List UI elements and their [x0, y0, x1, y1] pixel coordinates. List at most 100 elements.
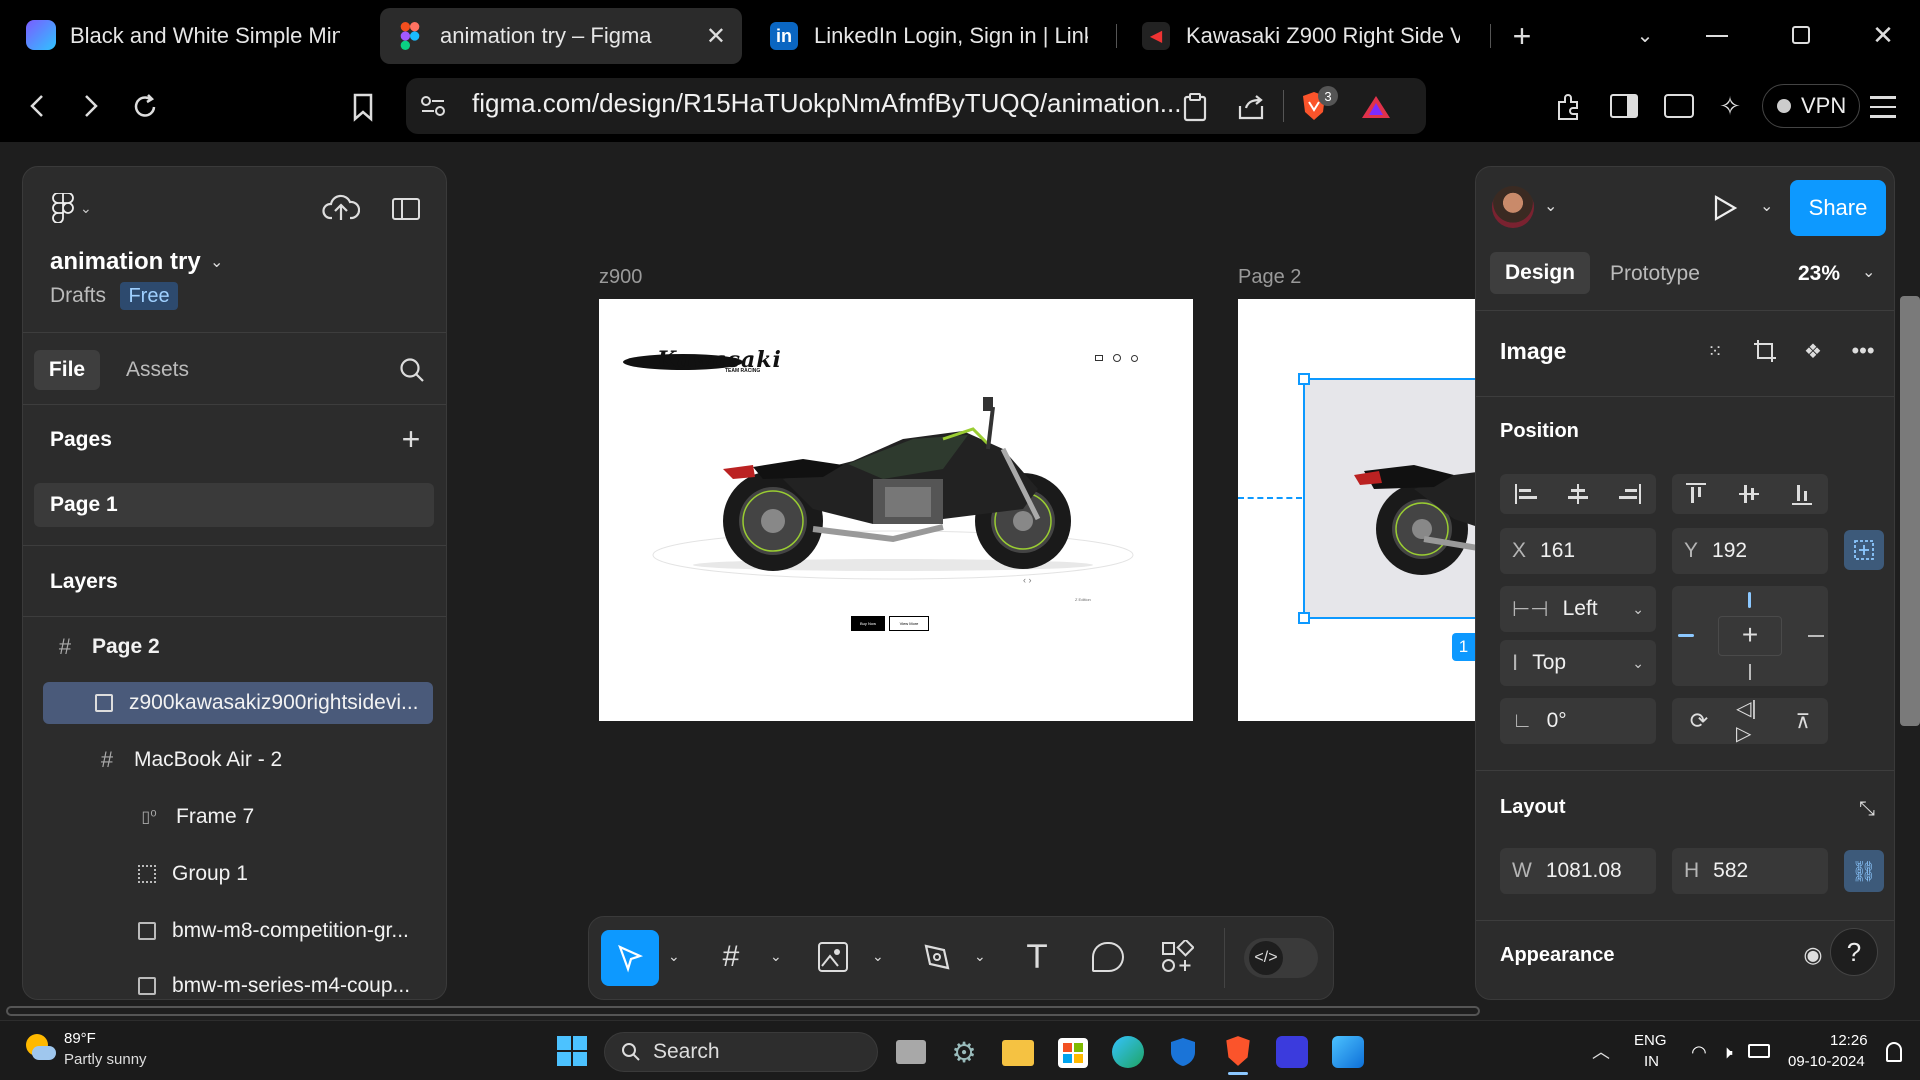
- zoom-level[interactable]: 23%: [1798, 262, 1840, 286]
- task-view-icon[interactable]: [896, 1040, 926, 1064]
- taskbar-search[interactable]: Search: [604, 1032, 878, 1072]
- chevron-up-icon[interactable]: ︿: [1588, 1038, 1614, 1064]
- move-tool-button[interactable]: [601, 930, 659, 986]
- selection-handle[interactable]: [1298, 373, 1310, 385]
- frame-label-z900[interactable]: z900: [599, 266, 642, 289]
- reload-icon[interactable]: [130, 92, 160, 122]
- restore-icon[interactable]: [1792, 26, 1810, 44]
- volume-icon[interactable]: 🕨: [1714, 1040, 1740, 1064]
- grid-icon[interactable]: ⁙: [1702, 338, 1728, 364]
- settings-icon[interactable]: ⚙: [948, 1036, 980, 1068]
- menu-icon[interactable]: [1870, 96, 1896, 118]
- vpn-button[interactable]: VPN: [1762, 84, 1860, 128]
- extensions-icon[interactable]: [1554, 92, 1584, 122]
- chevron-down-icon[interactable]: ⌄: [872, 948, 884, 965]
- height-field[interactable]: H 582: [1672, 848, 1828, 894]
- tab-canva[interactable]: Black and White Simple Minim: [56, 8, 356, 64]
- wallet-icon[interactable]: [1664, 94, 1694, 118]
- constraint-left-line[interactable]: [1678, 634, 1694, 637]
- tab-linkedin[interactable]: in LinkedIn Login, Sign in | Linke: [754, 8, 1104, 64]
- layer-bmw-m8[interactable]: bmw-m8-competition-gr...: [22, 909, 447, 953]
- y-position-field[interactable]: Y 192: [1672, 528, 1828, 574]
- selection-handle[interactable]: [1298, 612, 1310, 624]
- resources-tool-icon[interactable]: [1160, 940, 1194, 974]
- chevron-down-icon[interactable]: ⌄: [1862, 262, 1875, 282]
- language-line-1[interactable]: ENG: [1634, 1032, 1667, 1049]
- edge-icon[interactable]: [1112, 1036, 1144, 1068]
- chevron-down-icon[interactable]: ⌄: [668, 948, 680, 965]
- eye-icon[interactable]: ◉: [1796, 940, 1830, 970]
- ignore-layout-icon[interactable]: [1844, 530, 1884, 570]
- more-options-icon[interactable]: •••: [1848, 338, 1878, 364]
- tab-design[interactable]: Design: [1490, 252, 1590, 294]
- share-page-icon[interactable]: [1236, 92, 1266, 122]
- chevron-down-icon[interactable]: ⌄: [770, 948, 782, 965]
- start-icon[interactable]: [557, 1036, 587, 1066]
- chevron-down-icon[interactable]: ⌄: [1544, 196, 1557, 216]
- share-button[interactable]: Share: [1790, 180, 1886, 236]
- constraint-bottom-line[interactable]: [1749, 664, 1751, 680]
- text-tool-icon[interactable]: T: [1020, 938, 1054, 976]
- app-icon-blue[interactable]: [1276, 1036, 1308, 1068]
- language-line-2[interactable]: IN: [1644, 1053, 1659, 1070]
- vertical-constraint-select[interactable]: Ⅰ Top ⌄: [1500, 640, 1656, 686]
- horizontal-constraint-select[interactable]: ⊢⊣ Left ⌄: [1500, 586, 1656, 632]
- x-position-field[interactable]: X 161: [1500, 528, 1656, 574]
- chevron-down-icon[interactable]: ⌄: [974, 948, 986, 965]
- close-tab-icon[interactable]: ✕: [706, 22, 726, 51]
- brave-taskbar-icon[interactable]: [1222, 1034, 1254, 1068]
- layer-bmw-m4[interactable]: bmw-m-series-m4-coup...: [22, 964, 447, 1008]
- minimize-icon[interactable]: [1706, 35, 1728, 37]
- rotate-icon[interactable]: ⟳: [1684, 706, 1714, 736]
- constrain-proportions-icon[interactable]: ⛓: [1844, 850, 1884, 892]
- clock-date[interactable]: 09-10-2024: [1788, 1053, 1865, 1070]
- forward-icon[interactable]: [80, 92, 100, 120]
- collapse-icon[interactable]: ⤡: [1852, 794, 1882, 824]
- rotation-field[interactable]: ∟ 0°: [1500, 698, 1656, 744]
- panel-toggle-icon[interactable]: [392, 198, 420, 220]
- store-icon[interactable]: [1058, 1038, 1088, 1068]
- constraint-center-cross[interactable]: +: [1738, 619, 1762, 650]
- tab-prototype[interactable]: Prototype: [1610, 262, 1700, 286]
- add-page-icon[interactable]: +: [396, 421, 426, 457]
- sidebar-toggle-icon[interactable]: [1610, 94, 1638, 118]
- present-icon[interactable]: [1712, 194, 1738, 222]
- browser-sidebar-icon[interactable]: [26, 20, 56, 50]
- align-center-horizontal-icon[interactable]: [1564, 480, 1592, 508]
- constraint-right-line[interactable]: [1808, 635, 1824, 637]
- crop-icon[interactable]: [1752, 338, 1778, 364]
- drafts-label[interactable]: Drafts: [50, 284, 106, 308]
- component-icon[interactable]: ❖: [1800, 338, 1826, 364]
- layer-group-1[interactable]: Group 1: [22, 852, 447, 896]
- layer-page-2[interactable]: # Page 2: [22, 625, 447, 669]
- width-field[interactable]: W 1081.08: [1500, 848, 1656, 894]
- search-icon[interactable]: [398, 356, 426, 384]
- defender-icon[interactable]: [1168, 1036, 1198, 1068]
- bookmark-icon[interactable]: [352, 92, 374, 122]
- avatar[interactable]: [1492, 186, 1534, 228]
- weather-icon[interactable]: [22, 1032, 56, 1066]
- dev-mode-toggle[interactable]: </>: [1244, 938, 1318, 978]
- page-item-page-1[interactable]: Page 1: [34, 483, 434, 527]
- cloud-upload-icon[interactable]: [322, 192, 360, 222]
- wifi-icon[interactable]: ◠: [1686, 1040, 1712, 1064]
- back-icon[interactable]: [28, 92, 48, 120]
- tab-figma[interactable]: animation try – Figma ✕: [380, 8, 742, 64]
- align-right-icon[interactable]: [1616, 480, 1644, 508]
- flip-horizontal-icon[interactable]: ◁|▷: [1736, 698, 1766, 745]
- close-window-icon[interactable]: ✕: [1868, 20, 1898, 50]
- clock-time[interactable]: 12:26: [1830, 1032, 1868, 1049]
- align-center-vertical-icon[interactable]: [1735, 480, 1763, 508]
- horizontal-scrollbar[interactable]: [6, 1006, 1480, 1016]
- pen-tool-icon[interactable]: [920, 940, 954, 974]
- new-tab-icon[interactable]: +: [1504, 18, 1540, 54]
- image-tool-icon[interactable]: [818, 942, 848, 972]
- flip-vertical-icon[interactable]: ⊼: [1788, 706, 1818, 736]
- layer-frame-7[interactable]: ▯⁰ Frame 7: [22, 795, 447, 839]
- site-settings-icon[interactable]: [420, 94, 446, 118]
- chevron-down-icon[interactable]: ⌄: [210, 252, 223, 272]
- tab-assets[interactable]: Assets: [126, 358, 189, 382]
- frame-tool-icon[interactable]: #: [714, 940, 748, 974]
- help-button[interactable]: ?: [1830, 928, 1878, 976]
- frame-label-page2[interactable]: Page 2: [1238, 266, 1301, 289]
